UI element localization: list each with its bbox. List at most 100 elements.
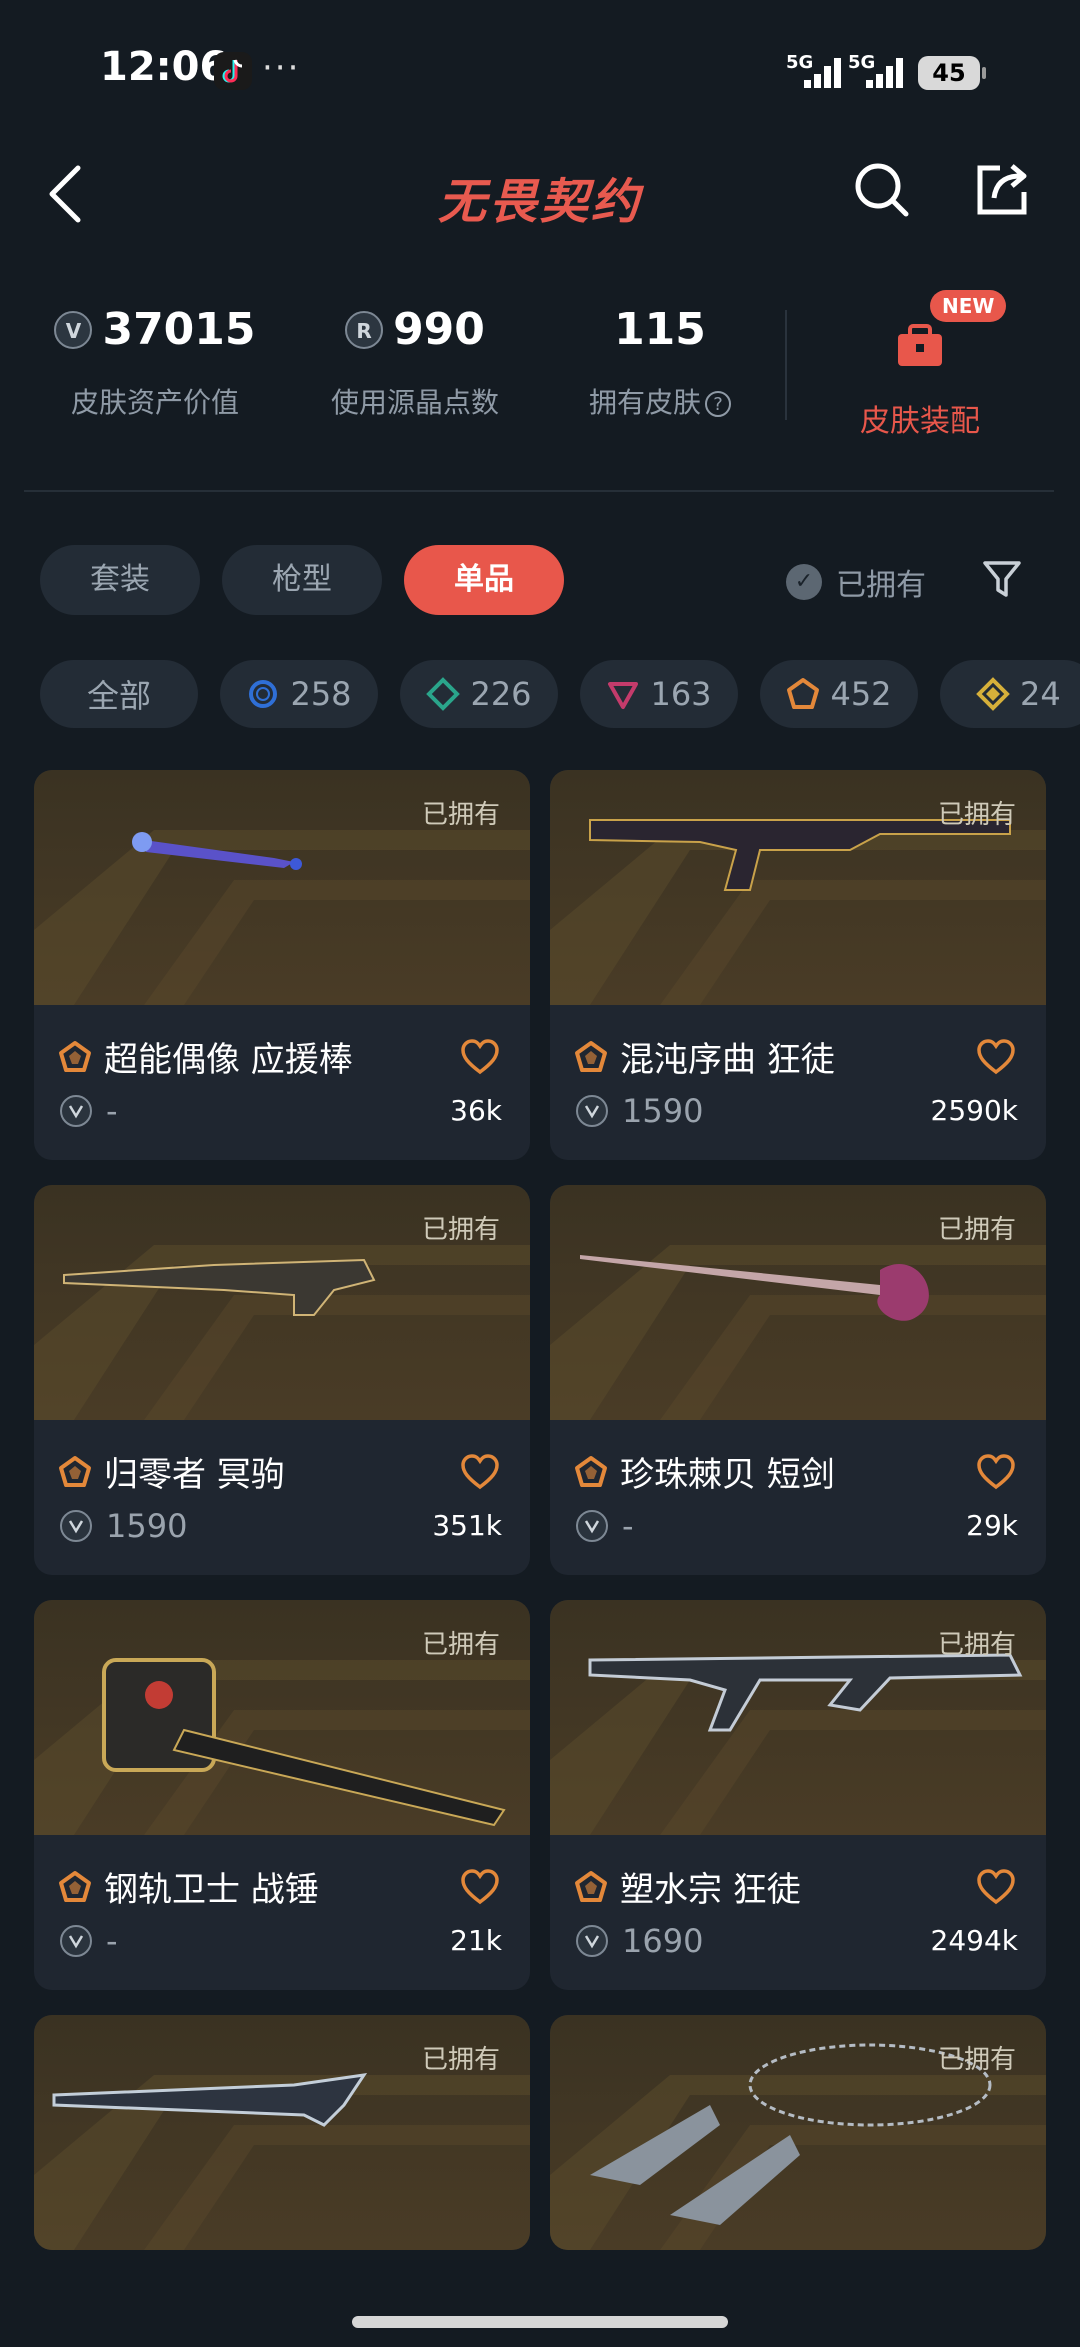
skin-card[interactable]: 已拥有珍珠棘贝 短剑 - 29k xyxy=(550,1185,1046,1575)
skin-card[interactable]: 已拥有 钢轨卫士 战锤 - 21k xyxy=(34,1600,530,1990)
help-icon[interactable]: ? xyxy=(705,391,731,417)
like-count: 36k xyxy=(450,1094,502,1127)
skin-price-row: - xyxy=(576,1507,634,1545)
owned-tag: 已拥有 xyxy=(937,800,1016,830)
skin-name: 超能偶像 应援棒 xyxy=(104,1040,353,1080)
favorite-heart-icon[interactable] xyxy=(976,1868,1016,1906)
skin-price: - xyxy=(622,1507,634,1545)
exclusive-tier-icon xyxy=(787,678,820,709)
stat-asset-value: V 37015 皮肤资产价值 xyxy=(40,304,270,421)
checkmark-icon: ✓ xyxy=(786,564,822,600)
favorite-heart-icon[interactable] xyxy=(460,1038,500,1076)
skin-title-row: 钢轨卫士 战锤 xyxy=(58,1862,319,1911)
tab-single-items[interactable]: 单品 xyxy=(404,545,564,615)
chip-premium-tier-count: 163 xyxy=(650,675,712,713)
favorite-heart-icon[interactable] xyxy=(976,1038,1016,1076)
owned-tag: 已拥有 xyxy=(421,1215,500,1245)
chip-premium-tier[interactable]: 163 xyxy=(580,660,738,728)
exclusive-tier-icon xyxy=(575,1870,607,1902)
favorite-heart-icon[interactable] xyxy=(460,1453,500,1491)
new-badge: NEW xyxy=(930,290,1007,322)
chip-deluxe-tier[interactable]: 226 xyxy=(400,660,558,728)
like-count: 29k xyxy=(966,1509,1018,1542)
owned-tag: 已拥有 xyxy=(937,1630,1016,1660)
premium-tier-icon xyxy=(608,682,639,709)
skin-price-row: 1590 xyxy=(576,1092,703,1130)
filter-icon[interactable] xyxy=(980,557,1024,601)
skin-name: 混沌序曲 狂徒 xyxy=(620,1040,835,1080)
chip-ultra-tier-count: 24 xyxy=(1020,675,1061,713)
skin-name: 归零者 冥驹 xyxy=(104,1455,285,1495)
skin-title-row: 塑水宗 狂徒 xyxy=(574,1862,801,1911)
exclusive-tier-icon xyxy=(575,1455,607,1487)
share-icon[interactable] xyxy=(970,158,1034,222)
like-count: 2494k xyxy=(930,1924,1018,1957)
skin-loadout-label: 皮肤装配 xyxy=(860,404,980,439)
app-header: 无畏契约 xyxy=(0,150,1080,240)
stat-skins-owned[interactable]: 115 拥有皮肤? xyxy=(560,304,760,421)
favorite-heart-icon[interactable] xyxy=(460,1868,500,1906)
tiktok-icon xyxy=(214,52,252,90)
owned-only-label: 已拥有 xyxy=(836,568,926,603)
skins-owned-value: 115 xyxy=(614,304,706,355)
chip-select-tier[interactable]: 258 xyxy=(220,660,378,728)
chip-ultra-tier[interactable]: 24 xyxy=(940,660,1080,728)
asset-value-label: 皮肤资产价值 xyxy=(70,386,239,419)
owned-tag: 已拥有 xyxy=(421,800,500,830)
skin-loadout-button[interactable]: NEW 皮肤装配 xyxy=(830,290,1010,440)
skin-title-row: 珍珠棘贝 短剑 xyxy=(574,1447,835,1496)
exclusive-tier-icon xyxy=(575,1040,607,1072)
stats-panel: V 37015 皮肤资产价值 R 990 使用源晶点数 115 拥有皮肤? NEW … xyxy=(0,290,1080,440)
valorant-points-icon xyxy=(60,1925,92,1957)
valorant-points-icon xyxy=(60,1510,92,1542)
more-notifications-icon: ··· xyxy=(262,48,301,88)
loadout-bag-icon xyxy=(898,324,942,366)
owned-tag: 已拥有 xyxy=(937,2045,1016,2075)
skin-price: 1590 xyxy=(106,1507,188,1545)
stats-divider xyxy=(785,310,787,420)
skin-title-row: 超能偶像 应援棒 xyxy=(58,1032,353,1081)
skin-price-row: 1590 xyxy=(60,1507,187,1545)
skin-price: 1590 xyxy=(622,1092,704,1130)
skins-owned-label: 拥有皮肤 xyxy=(588,386,701,419)
skin-card[interactable]: 已拥有 xyxy=(550,2015,1046,2250)
chip-exclusive-tier[interactable]: 452 xyxy=(760,660,918,728)
signal-bars-1-icon xyxy=(804,56,848,88)
skin-card[interactable]: 已拥有 塑水宗 狂徒 1690 2494k xyxy=(550,1600,1046,1990)
asset-value: 37015 xyxy=(102,304,256,355)
deluxe-tier-icon xyxy=(426,677,461,711)
skin-card[interactable]: 已拥有 xyxy=(34,2015,530,2250)
valorant-points-icon xyxy=(576,1925,608,1957)
skin-card[interactable]: 已拥有 归零者 冥驹 1590 351k xyxy=(34,1185,530,1575)
like-count: 21k xyxy=(450,1924,502,1957)
signal-bars-2-icon xyxy=(866,56,910,88)
skin-card[interactable]: 已拥有 混沌序曲 狂徒 1590 2590k xyxy=(550,770,1046,1160)
points-value: 990 xyxy=(393,304,485,355)
skin-price: - xyxy=(106,1092,118,1130)
owned-only-toggle[interactable]: ✓ 已拥有 xyxy=(786,560,926,604)
tab-weapon-type[interactable]: 枪型 xyxy=(222,545,382,615)
chip-select-tier-count: 258 xyxy=(290,675,352,713)
rarity-filter-chips: 全部 258 226 163 452 24 xyxy=(40,660,1080,730)
search-icon[interactable] xyxy=(850,158,914,222)
skin-name: 珍珠棘贝 短剑 xyxy=(620,1455,835,1495)
exclusive-tier-icon xyxy=(59,1870,91,1902)
chip-deluxe-tier-count: 226 xyxy=(470,675,532,713)
bottom-gesture-area xyxy=(0,2250,1080,2347)
points-label: 使用源晶点数 xyxy=(330,386,499,419)
skin-price-row: - xyxy=(60,1092,118,1130)
owned-tag: 已拥有 xyxy=(937,1215,1016,1245)
chip-all[interactable]: 全部 xyxy=(40,660,198,728)
section-divider xyxy=(24,490,1054,492)
chip-exclusive-tier-count: 452 xyxy=(830,675,892,713)
skin-name: 塑水宗 狂徒 xyxy=(620,1870,801,1910)
skin-title-row: 归零者 冥驹 xyxy=(58,1447,285,1496)
favorite-heart-icon[interactable] xyxy=(976,1453,1016,1491)
home-indicator[interactable] xyxy=(352,2316,728,2328)
stat-points: R 990 使用源晶点数 xyxy=(300,304,530,421)
skin-price: - xyxy=(106,1922,118,1960)
tab-bundles[interactable]: 套装 xyxy=(40,545,200,615)
valorant-points-icon xyxy=(60,1095,92,1127)
battery-icon: 45 xyxy=(918,56,986,90)
skin-card[interactable]: 已拥有超能偶像 应援棒 - 36k xyxy=(34,770,530,1160)
